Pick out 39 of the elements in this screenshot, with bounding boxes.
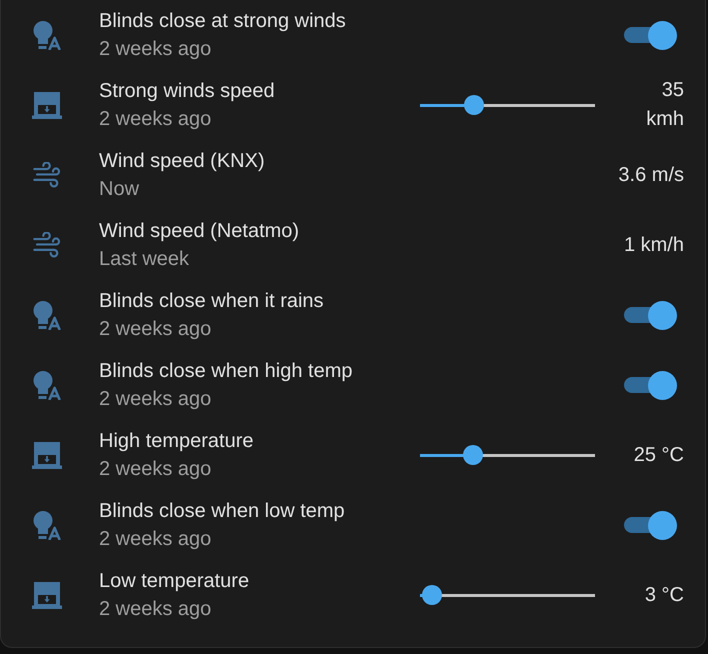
entity-name[interactable]: Low temperature — [99, 567, 420, 595]
entity-name[interactable]: Blinds close when high temp — [99, 357, 624, 385]
last-changed-time: 2 weeks ago — [99, 527, 212, 552]
entity-name[interactable]: Blinds close at strong winds — [99, 7, 624, 35]
window-blind-icon — [32, 582, 62, 608]
entity-name[interactable]: Wind speed (Netatmo) — [99, 217, 624, 245]
entity-name[interactable]: Strong winds speed — [99, 77, 420, 105]
wind-icon — [32, 162, 60, 188]
toggle-switch[interactable] — [624, 300, 677, 330]
slider-value: 25 °C — [632, 442, 684, 468]
sensor-reading: 3.6 m/s — [618, 162, 684, 188]
entity-name[interactable]: Blinds close when it rains — [99, 287, 624, 315]
toggle-switch[interactable] — [624, 510, 677, 540]
entity-name[interactable]: Wind speed (KNX) — [99, 147, 618, 175]
entity-name[interactable]: Blinds close when low temp — [99, 497, 624, 525]
last-changed-time: Now — [99, 177, 140, 202]
last-changed-time: 2 weeks ago — [99, 387, 212, 412]
lightbulb-icon — [32, 510, 61, 540]
slider-value: 3 °C — [644, 582, 684, 608]
slider-thumb[interactable] — [462, 445, 482, 465]
lightbulb-icon — [32, 300, 61, 330]
slider-thumb[interactable] — [422, 585, 442, 605]
last-changed-time: 2 weeks ago — [99, 37, 212, 62]
entity-name[interactable]: High temperature — [99, 427, 420, 455]
sensor-reading: 1 km/h — [624, 232, 684, 258]
last-changed-time: Last week — [99, 247, 190, 272]
lightbulb-icon — [32, 370, 61, 400]
slider-thumb[interactable] — [464, 95, 484, 115]
lightbulb-icon — [32, 20, 61, 50]
window-blind-icon — [32, 92, 62, 118]
last-changed-time: 2 weeks ago — [99, 457, 212, 482]
window-blind-icon — [32, 442, 62, 468]
slider-value: 35 kmh — [645, 78, 684, 132]
wind-icon — [32, 232, 60, 258]
toggle-switch[interactable] — [624, 20, 677, 50]
last-changed-time: 2 weeks ago — [99, 597, 212, 622]
last-changed-time: 2 weeks ago — [99, 317, 212, 342]
toggle-switch[interactable] — [624, 370, 677, 400]
last-changed-time: 2 weeks ago — [99, 107, 212, 132]
